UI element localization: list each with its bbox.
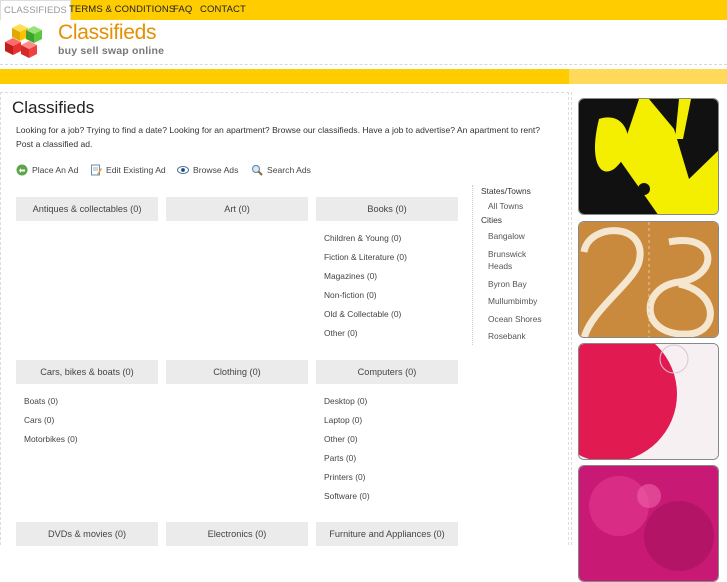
city-bangalow[interactable]: Bangalow: [488, 230, 525, 242]
search-ads-label: Search Ads: [267, 165, 311, 175]
intro-text: Looking for a job? Trying to find a date…: [16, 125, 541, 149]
browse-ads-label: Browse Ads: [193, 165, 239, 175]
subcategory-desktop[interactable]: Desktop (0): [324, 395, 367, 407]
subcategory-children-young[interactable]: Children & Young (0): [324, 232, 401, 244]
subcategory-boats[interactable]: Boats (0): [24, 395, 58, 407]
edit-ad-icon: [91, 164, 102, 176]
eye-icon: [177, 166, 189, 174]
category-cars-bikes-boats[interactable]: Cars, bikes & boats (0): [16, 360, 158, 384]
edit-ad-label: Edit Existing Ad: [106, 165, 166, 175]
category-computers[interactable]: Computers (0): [316, 360, 458, 384]
logo-title[interactable]: Classifieds: [58, 21, 157, 45]
yellow-graffiti-image: [579, 99, 718, 214]
nav-terms-conditions[interactable]: TERMS & CONDITIONS: [69, 0, 175, 20]
category-books[interactable]: Books (0): [316, 197, 458, 221]
category-art[interactable]: Art (0): [166, 197, 308, 221]
category-antiques-collectables[interactable]: Antiques & collectables (0): [16, 197, 158, 221]
category-count: (0): [395, 204, 407, 214]
cities-heading: Cities: [481, 215, 502, 225]
main-content-frame: [0, 92, 569, 545]
subcategory-computers-other[interactable]: Other (0): [324, 433, 358, 445]
nav-faq[interactable]: FAQ: [173, 0, 192, 20]
category-dvds-movies[interactable]: DVDs & movies (0): [16, 522, 158, 546]
accent-band: [0, 69, 569, 84]
location-all-towns[interactable]: All Towns: [488, 200, 523, 212]
subcategory-cars[interactable]: Cars (0): [24, 414, 54, 426]
category-count: (0): [249, 367, 261, 377]
category-count: (0): [114, 529, 127, 539]
category-count: (0): [238, 204, 250, 214]
nav-contact[interactable]: CONTACT: [200, 0, 246, 20]
header-divider: [0, 64, 727, 65]
sidebar-thumbnail-3[interactable]: [578, 343, 719, 460]
subcategory-laptop[interactable]: Laptop (0): [324, 414, 362, 426]
category-furniture-appliances[interactable]: Furniture and Appliances (0): [316, 522, 458, 546]
search-icon: [251, 164, 263, 176]
subcategory-printers[interactable]: Printers (0): [324, 471, 365, 483]
page-title: Classifieds: [12, 98, 95, 117]
subcategory-fiction-literature[interactable]: Fiction & Literature (0): [324, 251, 407, 263]
city-ocean-shores[interactable]: Ocean Shores: [488, 313, 542, 325]
category-count: (0): [130, 204, 142, 214]
subcategory-books-other[interactable]: Other (0): [324, 327, 358, 339]
category-clothing[interactable]: Clothing (0): [166, 360, 308, 384]
subcategory-non-fiction[interactable]: Non-fiction (0): [324, 289, 377, 301]
cubes-logo-icon[interactable]: [4, 22, 50, 60]
city-byron-bay[interactable]: Byron Bay: [488, 278, 527, 290]
sidebar-thumbnail-4[interactable]: [578, 465, 719, 582]
subcategory-old-collectable[interactable]: Old & Collectable (0): [324, 308, 401, 320]
nav-classifieds[interactable]: CLASSIFIEDS: [0, 0, 71, 20]
city-brunswick-heads[interactable]: Brunswick Heads: [488, 248, 548, 272]
states-towns-heading: States/Towns: [481, 186, 531, 196]
locations-divider: [472, 185, 473, 345]
pink-texture-image: [579, 466, 718, 581]
accent-band-light: [569, 69, 727, 84]
orange-numbers-image: [579, 222, 718, 337]
place-ad-label: Place An Ad: [32, 165, 79, 175]
sidebar-thumbnail-2[interactable]: [578, 221, 719, 338]
city-mullumbimby[interactable]: Mullumbimby: [488, 295, 537, 307]
place-ad-icon: [16, 164, 28, 176]
category-count: (0): [122, 367, 134, 377]
red-circle-image: [579, 344, 718, 459]
subcategory-software[interactable]: Software (0): [324, 490, 370, 502]
category-count: (0): [433, 529, 445, 539]
subcategory-motorbikes[interactable]: Motorbikes (0): [24, 433, 78, 445]
category-electronics[interactable]: Electronics (0): [166, 522, 308, 546]
city-rosebank[interactable]: Rosebank: [488, 330, 526, 342]
subcategory-parts[interactable]: Parts (0): [324, 452, 356, 464]
category-count: (0): [255, 529, 267, 539]
subcategory-magazines[interactable]: Magazines (0): [324, 270, 377, 282]
top-nav: CLASSIFIEDS TERMS & CONDITIONS FAQ CONTA…: [0, 0, 727, 20]
logo-tagline: buy sell swap online: [58, 45, 165, 57]
category-count: (0): [405, 367, 417, 377]
sidebar-thumbnail-1[interactable]: [578, 98, 719, 215]
